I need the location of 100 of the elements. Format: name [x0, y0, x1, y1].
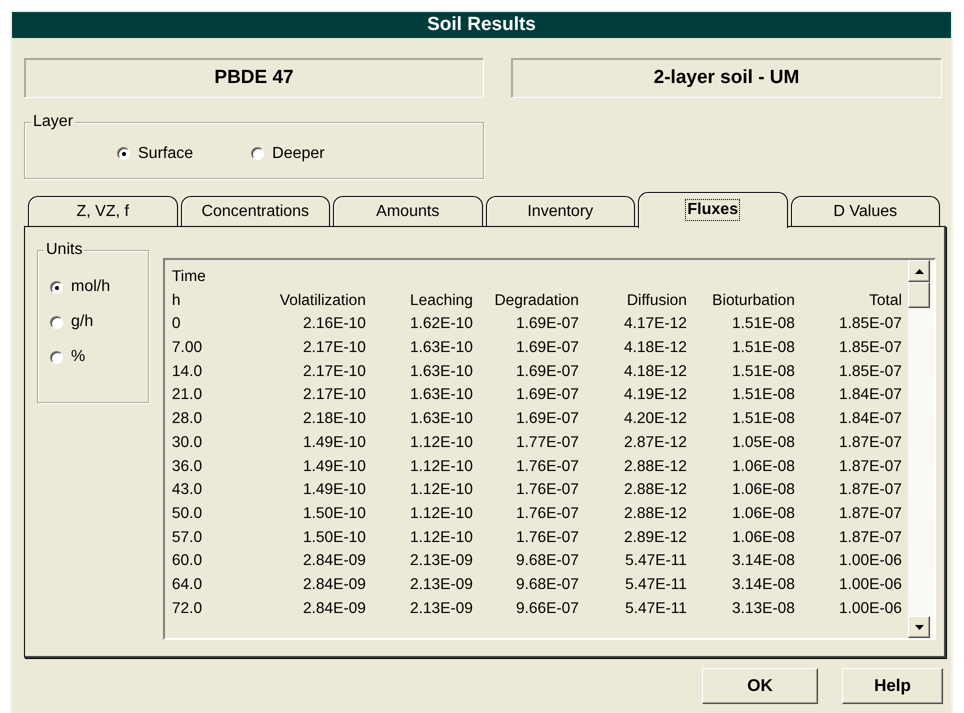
- window-title: Soil Results: [12, 12, 951, 38]
- scroll-down-button[interactable]: [908, 616, 930, 638]
- radio-button[interactable]: Surface: [117, 144, 194, 162]
- table-cell-text: 2.84E-09: [302, 598, 366, 619]
- table-cell-text: 1.49E-10: [302, 480, 366, 500]
- table-cell-text: 2.13E-09: [408, 598, 473, 619]
- table-cell-text: 2.84E-09: [302, 551, 366, 572]
- table-cell-text: 1.51E-08: [730, 409, 795, 430]
- table-cell-text: 1.69E-07: [514, 338, 579, 358]
- table-cell-text: 4.18E-12: [622, 338, 687, 358]
- table-cell-text: 2.18E-10: [302, 409, 366, 430]
- table-cell-text: 9.68E-07: [514, 551, 579, 572]
- table-cell-text: 1.50E-10: [302, 528, 366, 548]
- table-cell-text: 0: [172, 314, 182, 334]
- table-cell-text: 1.12E-10: [408, 456, 473, 476]
- table-cell-text: 28.0: [172, 409, 204, 430]
- column-header: Total: [868, 290, 902, 311]
- table-cell-text: 4.19E-12: [622, 385, 687, 406]
- radio-button[interactable]: mol/h: [50, 278, 110, 296]
- table-cell-text: 5.47E-11: [624, 598, 687, 619]
- up-arrow-icon: [914, 268, 924, 274]
- table-cell-text: 30.0: [172, 432, 204, 453]
- table-cell-text: 1.49E-10: [302, 456, 366, 476]
- table-cell-text: 1.76E-07: [514, 504, 579, 524]
- table-cell-text: 57.0: [172, 528, 204, 548]
- table-cell-text: 5.47E-11: [624, 551, 687, 572]
- table-cell-text: 3.14E-08: [730, 551, 795, 572]
- scroll-up-button[interactable]: [908, 260, 930, 282]
- table-cell-text: 1.06E-08: [730, 504, 795, 524]
- column-header: h: [172, 290, 182, 311]
- column-header: Volatilization: [278, 290, 366, 311]
- ok-button[interactable]: OK: [702, 668, 818, 704]
- table-cell-text: 4.18E-12: [622, 362, 687, 382]
- table-cell-text: 1.06E-08: [730, 480, 795, 500]
- table-cell-text: 1.51E-08: [730, 314, 795, 334]
- table-cell-text: 14.0: [172, 362, 204, 382]
- table-cell-text: 1.12E-10: [408, 480, 473, 500]
- table-cell-text: 1.69E-07: [514, 385, 579, 406]
- table-cell-text: 1.12E-10: [408, 504, 473, 524]
- table-cell-text: 2.17E-10: [302, 362, 366, 382]
- table-cell-text: 1.76E-07: [514, 528, 579, 548]
- column-header: Leaching: [408, 290, 473, 311]
- tab[interactable]: Concentrations: [180, 196, 330, 226]
- table-cell-text: 2.87E-12: [622, 432, 687, 453]
- model-name-label: 2-layer soil - UM: [511, 58, 942, 98]
- table-cell-text: 1.51E-08: [730, 362, 795, 382]
- table-cell-text: 2.17E-10: [302, 385, 366, 406]
- tab[interactable]: D Values: [790, 196, 940, 226]
- table-cell-text: 1.87E-07: [838, 528, 902, 548]
- column-header: Bioturbation: [711, 290, 795, 311]
- table-cell-text: 3.13E-08: [730, 598, 795, 619]
- scroll-thumb[interactable]: [908, 282, 930, 308]
- table-cell-text: 2.17E-10: [302, 338, 366, 358]
- radio-button[interactable]: g/h: [50, 313, 94, 331]
- table-cell-text: 21.0: [172, 385, 204, 406]
- column-header: Diffusion: [626, 290, 687, 311]
- table-cell-text: 50.0: [172, 504, 204, 524]
- group-label: Layer: [31, 113, 76, 131]
- table-cell-text: 1.87E-07: [838, 480, 902, 500]
- table-cell-text: 1.69E-07: [514, 362, 579, 382]
- chemical-name-label: PBDE 47: [24, 58, 484, 98]
- tab[interactable]: Amounts: [333, 196, 482, 226]
- table-cell-text: 3.14E-08: [730, 574, 795, 595]
- table-cell-text: 1.87E-07: [838, 456, 902, 476]
- table-cell-text: 1.49E-10: [302, 432, 366, 453]
- table-cell-text: 1.63E-10: [408, 362, 473, 382]
- table-cell-text: 1.63E-10: [408, 409, 473, 430]
- tab[interactable]: Inventory: [486, 196, 635, 226]
- tab[interactable]: Fluxes: [638, 192, 788, 228]
- column-header: Time: [172, 267, 207, 287]
- table-cell-text: 64.0: [172, 574, 204, 595]
- table-cell-text: 9.68E-07: [514, 574, 579, 595]
- radio-button[interactable]: %: [50, 348, 86, 366]
- help-button[interactable]: Help: [842, 668, 943, 704]
- table-cell-text: 2.13E-09: [408, 574, 473, 595]
- table-cell-text: 1.84E-07: [838, 385, 902, 406]
- table-cell-text: 2.88E-12: [622, 480, 687, 500]
- table-cell-text: 1.84E-07: [838, 409, 902, 430]
- table-cell-text: 1.05E-08: [730, 432, 795, 453]
- table-cell-text: 1.85E-07: [838, 314, 902, 334]
- table-cell-text: 5.47E-11: [624, 574, 687, 595]
- table-cell-text: 1.06E-08: [730, 456, 795, 476]
- table-cell-text: 1.12E-10: [408, 432, 473, 453]
- table-cell-text: 1.63E-10: [408, 385, 473, 406]
- table-cell-text: 1.77E-07: [514, 432, 579, 453]
- down-arrow-icon: [914, 624, 924, 630]
- table-cell-text: 4.20E-12: [622, 409, 687, 430]
- tab[interactable]: Z, VZ, f: [28, 196, 178, 226]
- table-cell-text: 2.84E-09: [302, 574, 366, 595]
- table-cell-text: 1.06E-08: [730, 528, 795, 548]
- table-cell-text: 1.87E-07: [838, 504, 902, 524]
- table-cell-text: 2.13E-09: [408, 551, 473, 572]
- table-cell-text: 1.00E-06: [838, 598, 902, 619]
- table-cell-text: 9.66E-07: [514, 598, 579, 619]
- table-cell-text: 43.0: [172, 480, 204, 500]
- table-cell-text: 4.17E-12: [622, 314, 687, 334]
- table-cell-text: 1.51E-08: [730, 338, 795, 358]
- table-cell-text: 1.00E-06: [838, 574, 902, 595]
- radio-button[interactable]: Deeper: [251, 144, 325, 162]
- scrollbar[interactable]: [908, 260, 934, 638]
